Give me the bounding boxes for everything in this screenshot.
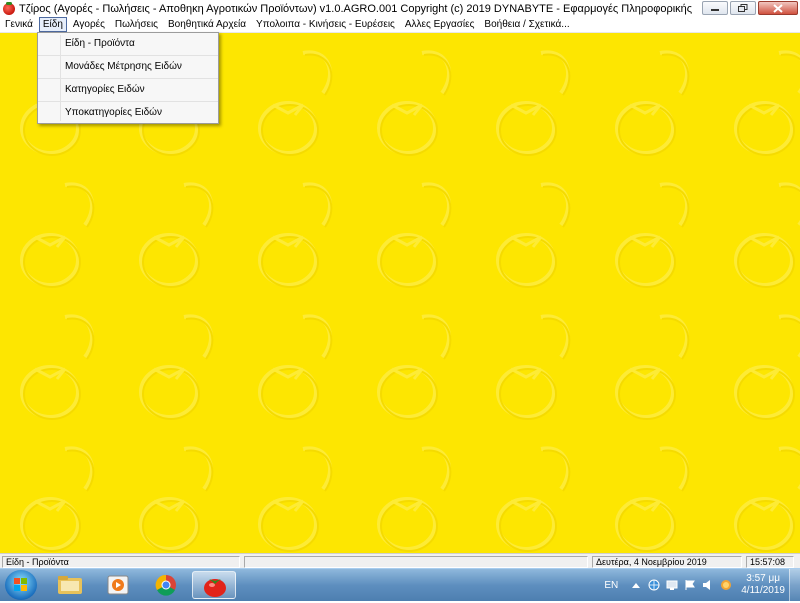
tomato-watermark — [139, 182, 214, 288]
taskbar-clock[interactable]: 3:57 μμ 4/11/2019 — [741, 573, 785, 597]
tomato-watermark — [734, 50, 800, 156]
windows-flag-icon — [14, 578, 28, 592]
tomato-watermark — [139, 446, 214, 552]
minimize-icon — [711, 9, 719, 11]
dropdown-item-subcategories[interactable]: Υποκατηγορίες Ειδών — [38, 102, 218, 124]
taskbar-media-player[interactable] — [96, 571, 140, 599]
close-icon — [773, 3, 783, 13]
tomato-watermark — [377, 446, 452, 552]
tomato-app-icon[interactable] — [3, 1, 15, 15]
menu-sales[interactable]: Πωλήσεις — [110, 18, 163, 31]
chrome-icon — [155, 574, 176, 596]
tomato-watermark — [20, 314, 95, 420]
tomato-watermark — [377, 314, 452, 420]
taskbar-explorer[interactable] — [48, 571, 92, 599]
tomato-watermark — [258, 182, 333, 288]
tomato-watermark — [20, 182, 95, 288]
tomato-watermark — [734, 182, 800, 288]
items-dropdown-menu: Είδη - Προϊόντα Μονάδες Μέτρησης Ειδών Κ… — [37, 32, 219, 124]
dropdown-item-categories[interactable]: Κατηγορίες Ειδών — [38, 79, 218, 102]
menu-purchases[interactable]: Αγορές — [68, 18, 110, 31]
dropdown-item-units[interactable]: Μονάδες Μέτρησης Ειδών — [38, 56, 218, 79]
tomato-watermark — [139, 314, 214, 420]
clock-time: 3:57 μμ — [746, 573, 780, 584]
menu-auxiliary-files[interactable]: Βοηθητικά Αρχεία — [163, 18, 251, 31]
minimize-button[interactable] — [702, 1, 728, 15]
menu-balances-searches[interactable]: Υπολοιπα - Κινήσεις - Ευρέσεις — [251, 18, 400, 31]
media-player-icon — [107, 575, 129, 595]
tomato-watermark — [377, 182, 452, 288]
menu-general[interactable]: Γενικά — [0, 18, 38, 31]
system-tray: EN 3:57 μμ 4/11/2019 — [604, 569, 800, 601]
title-bar: Τζίρος (Αγορές - Πωλήσεις - Αποθηκη Αγρο… — [0, 0, 800, 17]
restore-button[interactable] — [730, 1, 756, 15]
window-title: Τζίρος (Αγορές - Πωλήσεις - Αποθηκη Αγρο… — [19, 2, 693, 15]
status-date: Δευτέρα, 4 Νοεμβρίου 2019 — [592, 555, 742, 568]
status-hint: Είδη - Προϊόντα — [2, 555, 240, 568]
tomato-watermark — [258, 314, 333, 420]
taskbar: EN 3:57 μμ 4/11/2019 — [0, 568, 800, 601]
tomato-watermark — [734, 314, 800, 420]
menu-help-about[interactable]: Βοήθεια / Σχετικά... — [479, 18, 574, 31]
status-bar: Είδη - Προϊόντα Δευτέρα, 4 Νοεμβρίου 201… — [0, 553, 800, 569]
tomato-watermark — [615, 314, 690, 420]
show-desktop-button[interactable] — [789, 569, 800, 601]
display-icon[interactable] — [666, 579, 678, 591]
weather-icon[interactable] — [720, 579, 732, 591]
tomato-watermark — [377, 50, 452, 156]
taskbar-chrome[interactable] — [144, 571, 188, 599]
close-button[interactable] — [758, 1, 798, 15]
restore-icon — [738, 4, 748, 12]
start-button[interactable] — [5, 570, 37, 600]
volume-icon[interactable] — [702, 579, 714, 591]
dropdown-item-products[interactable]: Είδη - Προϊόντα — [38, 33, 218, 56]
tomato-watermark — [258, 50, 333, 156]
tomato-watermark — [615, 50, 690, 156]
tomato-watermark — [20, 446, 95, 552]
action-center-flag-icon[interactable] — [684, 579, 696, 591]
window-controls — [700, 1, 798, 15]
tomato-watermark — [734, 446, 800, 552]
show-hidden-icons-icon[interactable] — [630, 579, 642, 591]
menu-other-tasks[interactable]: Αλλες Εργασίες — [400, 18, 480, 31]
network-globe-icon[interactable] — [648, 579, 660, 591]
tomato-watermark — [496, 182, 571, 288]
tomato-watermark — [496, 314, 571, 420]
tomato-watermark — [496, 446, 571, 552]
status-time: 15:57:08 — [746, 555, 794, 568]
folder-icon — [58, 576, 82, 594]
tomato-watermark — [258, 446, 333, 552]
status-middle — [244, 555, 588, 568]
tomato-icon — [204, 579, 226, 597]
language-indicator[interactable]: EN — [604, 580, 618, 591]
tomato-watermark — [496, 50, 571, 156]
menu-bar: Γενικά Είδη Αγορές Πωλήσεις Βοηθητικά Αρ… — [0, 17, 800, 33]
clock-date: 4/11/2019 — [741, 585, 785, 596]
tomato-watermark — [615, 446, 690, 552]
menu-items[interactable]: Είδη — [38, 17, 67, 32]
tomato-watermark — [615, 182, 690, 288]
taskbar-tziros-app[interactable] — [192, 571, 236, 599]
